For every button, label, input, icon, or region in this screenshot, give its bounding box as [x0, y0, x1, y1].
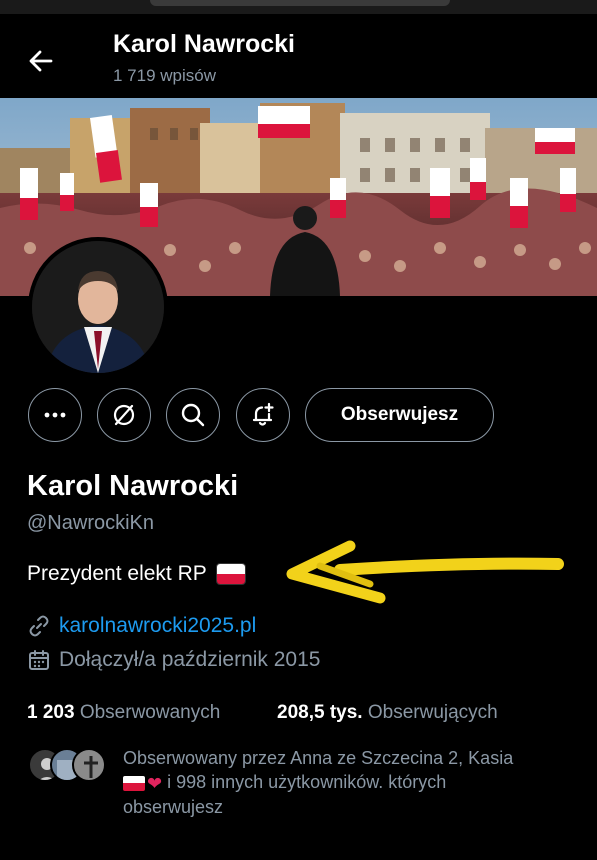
followers-label: Obserwujących: [367, 702, 498, 723]
profile-handle: @NawrockiKn: [27, 512, 155, 534]
link-icon: [29, 615, 49, 637]
bio-text: Prezydent elekt RP: [27, 562, 207, 585]
following-label: Obserwowanych: [79, 702, 221, 723]
poland-flag-icon: [216, 564, 245, 584]
search-icon: [181, 403, 205, 427]
grok-button[interactable]: [97, 388, 151, 442]
search-button[interactable]: [166, 388, 220, 442]
followers-stat[interactable]: 208,5 tys. Obserwujących: [277, 702, 498, 724]
profile-name: Karol Nawrocki: [27, 470, 239, 502]
more-button[interactable]: [28, 388, 82, 442]
poland-flag-emoji: [123, 775, 145, 791]
slashed-circle-icon: [113, 404, 135, 426]
status-strip-bar: [150, 0, 450, 6]
arrow-left-icon: [29, 50, 53, 72]
join-date-text: Dołączył/a październik 2015: [59, 648, 321, 671]
back-button[interactable]: [26, 46, 56, 76]
following-stat[interactable]: 1 203 Obserwowanych: [27, 702, 220, 724]
avatar-image: [32, 241, 164, 373]
post-count: 1 719 wpisów: [113, 66, 217, 85]
mutual-avatar-3: [72, 748, 106, 782]
annotation-arrow: [286, 540, 564, 604]
following-count: 1 203: [27, 702, 75, 723]
profile-actions: Obserwujesz: [0, 388, 597, 444]
profile-bio: Prezydent elekt RP: [27, 562, 245, 586]
status-strip: [0, 0, 597, 14]
followed-by-text[interactable]: Obserwowany przez Anna ze Szczecina 2, K…: [123, 746, 563, 819]
profile-url[interactable]: karolnawrocki2025.pl: [59, 614, 256, 638]
avatar[interactable]: [28, 237, 168, 377]
followers-count: 208,5 tys.: [277, 702, 363, 723]
followed-by-line3: obserwujesz: [123, 797, 224, 818]
notifications-button[interactable]: [236, 388, 290, 442]
header-title: Karol Nawrocki: [113, 30, 296, 58]
profile-link[interactable]: karolnawrocki2025.pl: [27, 614, 256, 638]
bell-plus-icon: [252, 402, 274, 426]
calendar-icon: [29, 650, 49, 670]
followed-by-line1: Obserwowany przez Anna ze Szczecina 2, K…: [123, 748, 514, 768]
ellipsis-icon: [44, 412, 66, 418]
join-date: Dołączył/a październik 2015: [27, 648, 320, 672]
following-button[interactable]: Obserwujesz: [305, 388, 494, 442]
profile-header: Karol Nawrocki 1 719 wpisów: [0, 14, 597, 100]
heart-emoji: ❤: [147, 773, 163, 794]
mutual-followers-avatars[interactable]: [28, 748, 108, 784]
followed-by-line2: i 998 innych użytkowników. których: [167, 772, 447, 792]
